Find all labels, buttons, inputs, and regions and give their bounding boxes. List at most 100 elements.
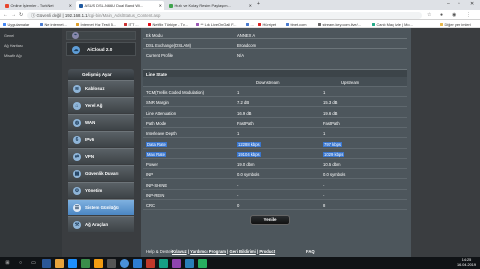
maximize-icon[interactable]: ▫ [458,1,460,7]
usb-app-item[interactable]: ⌁ [66,31,136,40]
link-geri-bildirimi[interactable]: Geri Bildirimi [230,249,256,254]
bookmark-label: Ne internet... [44,21,67,27]
bookmark-item[interactable]: İnternet Hız Testi 5... [76,22,116,27]
bookmark-item[interactable]: ITT ... [124,22,139,27]
bookmark-icon [76,22,79,26]
table-row: CRC 0 8 [143,200,407,211]
sidebar-item-label: Güvenlik Duvarı [85,171,119,176]
sidebar-item-vpn[interactable]: ⇄ VPN [68,148,134,164]
table-row: SNR Margin 7.2 dB 15.3 dB [143,97,407,108]
app-icon[interactable] [107,258,116,268]
close-tab-icon[interactable]: ✕ [69,3,72,8]
table-cell: 1 [237,90,240,95]
bookmark-icon [286,22,289,26]
profile-icon[interactable]: ◉ [452,12,456,18]
left-nav-item[interactable]: Genel [4,34,14,38]
bookmark-item[interactable]: stream.key.com.live/... [318,22,361,27]
info-key: Current Profile [146,53,173,58]
app-icon[interactable] [42,258,51,268]
link-kilavuz[interactable]: Kılavuz [172,249,187,254]
app-icon[interactable] [68,258,77,268]
sidebar-item-wan[interactable]: ◍ WAN [68,114,134,130]
other-bookmarks[interactable]: Diğer yer imleri [440,22,471,27]
sidebar-item-guvenlik-duvari[interactable]: ▦ Güvenlik Duvarı [68,165,134,181]
windows-start-icon[interactable]: ⊞ [3,259,12,268]
chrome-icon[interactable] [120,258,129,268]
app-icon[interactable] [172,258,181,268]
task-view-icon[interactable]: ▭ [29,259,38,268]
table-cell: 1 [237,131,240,137]
sidebar-item-ipv6[interactable]: 6 IPv6 [68,131,134,147]
back-icon[interactable]: ← [3,12,8,18]
app-icon[interactable] [146,258,155,268]
bookmark-item[interactable]: Netflix Türkiye - Tv... [148,22,188,27]
sidebar-item-label: Kablosuz [85,86,105,91]
app-icon[interactable] [81,258,90,268]
tab-online-islemler[interactable]: Online İşlemler - TurkNet ✕ [2,1,74,10]
bookmark-icon [372,22,375,26]
bookmark-item[interactable]: Canlı Maç izle | Mo... [372,22,413,27]
reload-icon[interactable]: ↻ [19,12,23,18]
app-icon[interactable] [198,258,207,268]
bookmark-star-icon[interactable]: ☆ [427,12,431,18]
table-header-row: Downstream Upstream [143,77,407,87]
sidebar-item-kablosuz[interactable]: ≋ Kablosuz [68,80,134,96]
left-nav-item[interactable]: Ağ Haritası [4,44,23,48]
close-tab-icon[interactable]: ✕ [249,3,252,8]
bookmark-item[interactable]: Ne internet... [40,22,67,27]
app-icon[interactable] [185,258,194,268]
system-clock[interactable]: 14:25 16.04.2019 [457,258,476,268]
app-icon[interactable] [133,258,142,268]
refresh-button[interactable]: Yenile [250,215,290,225]
asus-favicon-icon [79,4,83,8]
table-cell: TCM(Trellis Coded Modulation) [146,90,205,95]
table-cell: 0 [237,203,240,209]
table-row: Max Rate 19104 kbps 1029 kbps [143,149,407,159]
bookmark-label: Canlı Maç izle | Mo... [376,21,413,27]
bookmark-item[interactable]: ** Lık LiveOnGall F... [196,22,236,27]
bookmark-item[interactable]: Hürriyet [258,22,276,27]
app-icon[interactable] [159,258,168,268]
hurriyet-icon [258,22,261,26]
wifi-icon: ≋ [73,85,81,93]
link-product[interactable]: Product [259,249,275,254]
table-cell: 19.6 dB [323,110,338,116]
tab-resim-paylasim[interactable]: Hızlı ve Kolay Resim Paylaşım... ✕ [166,1,254,10]
sidebar-item-label: IPv6 [85,137,95,142]
faq-link[interactable]: FAQ [306,249,315,254]
app-icon[interactable] [94,258,103,268]
table-cell: CRC [146,203,156,209]
aicloud-item[interactable]: ☁ AiCloud 2.0 [66,42,136,56]
menu-icon[interactable]: ⋮ [466,12,471,18]
close-tab-icon[interactable]: ✕ [159,3,162,8]
bookmark-label: Uygulamalar [7,21,30,27]
file-explorer-icon[interactable] [55,258,64,268]
extension-icon[interactable]: ● [440,12,443,18]
bookmark-item[interactable]: ... [246,22,254,27]
forward-icon[interactable]: → [11,12,16,18]
url-input[interactable]: ⓘ Güvenli değil | 192.168.1.1/cgi-bin/Ma… [27,11,422,19]
search-icon[interactable]: ○ [16,259,25,268]
sidebar-item-yerel-ag[interactable]: ⌂ Yerel Ağ [68,97,134,113]
table-cell: 19104 kbps [237,151,261,157]
tab-asus-router[interactable]: ASUS DSL-N66U Dual Band Wi... ✕ [76,1,164,10]
sidebar-item-yonetim[interactable]: ⚙ Yönetim [68,182,134,198]
sidebar-item-sistem-gunlugu[interactable]: ☰ Sistem Günlüğü [68,199,134,215]
sidebar: ⌁ ☁ AiCloud 2.0 Gelişmiş Ayar ≋ Kablosuz… [66,28,136,257]
table-cell: - [323,182,325,188]
sidebar-item-label: WAN [85,120,96,125]
folder-icon [440,22,443,26]
table-cell: Power [146,162,158,168]
bookmark-label: ... [250,21,254,27]
link-yardimci-program[interactable]: Yardımcı Program [190,249,226,254]
close-window-icon[interactable]: ✕ [470,1,474,7]
bookmark-apps[interactable]: Uygulamalar [3,22,29,27]
info-key: Ek Modu [146,33,163,38]
sidebar-item-ag-araclari[interactable]: ⚒ Ağ Araçları [68,216,134,232]
bookmark-item[interactable]: ttnet.com [286,22,307,27]
left-nav-item[interactable]: Misafir Ağı [4,54,22,58]
cloud-icon: ☁ [72,46,80,54]
minimize-icon[interactable]: – [447,1,450,7]
new-tab-button[interactable]: + [257,1,260,7]
table-row: Power 19.0 dbm 10.5 dbm [143,159,407,170]
